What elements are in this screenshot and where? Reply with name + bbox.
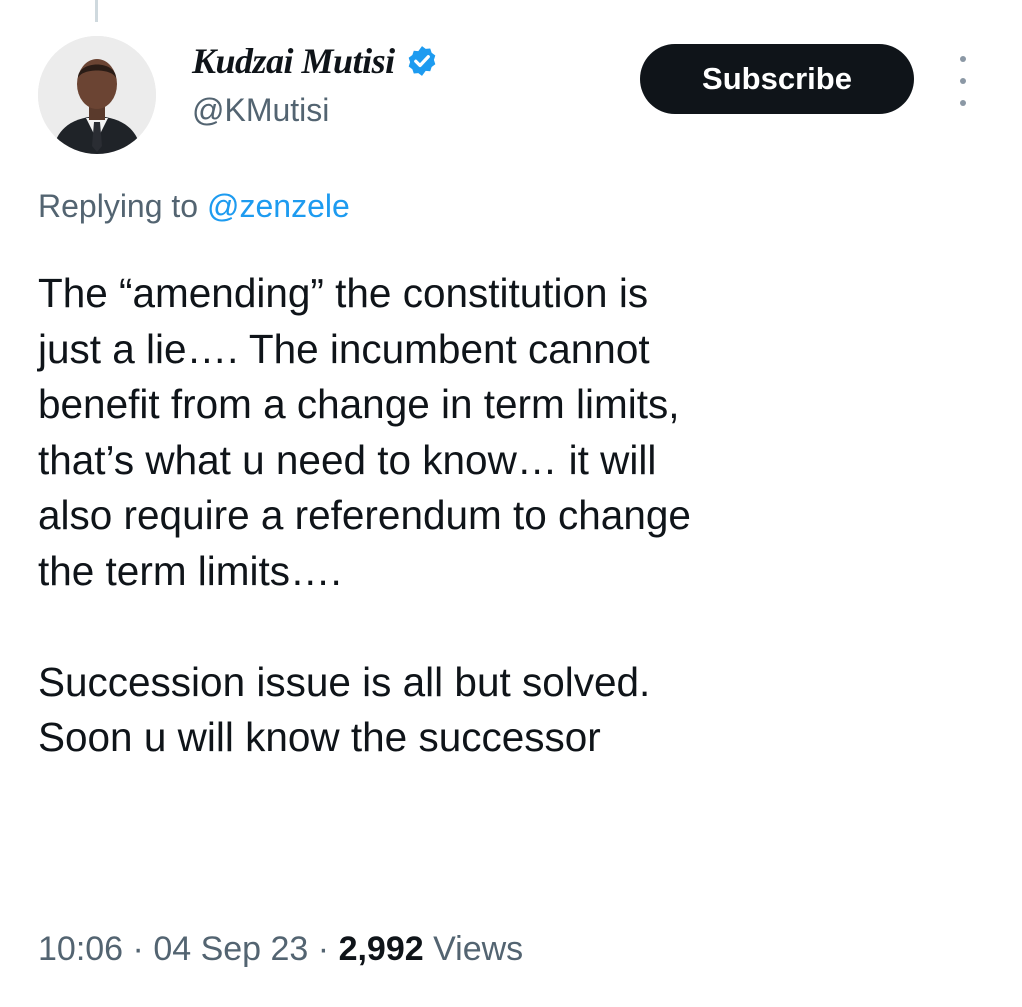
display-name[interactable]: Kudzai Mutisi xyxy=(192,40,395,82)
avatar[interactable] xyxy=(38,36,156,154)
subscribe-button[interactable]: Subscribe xyxy=(640,44,914,114)
views-count[interactable]: 2,992 xyxy=(339,930,424,968)
profile-photo xyxy=(38,36,156,154)
tweet-metadata: 10:06 · 04 Sep 23 · 2,992 Views xyxy=(38,930,523,969)
author-name-row: Kudzai Mutisi xyxy=(192,38,439,84)
more-dot xyxy=(960,100,966,106)
verified-badge-icon[interactable] xyxy=(405,44,439,78)
reply-mention-link[interactable]: @zenzele xyxy=(207,188,350,224)
tweet-paragraph: Succession issue is all but solved. Soon… xyxy=(38,658,651,761)
tweet-paragraph: The “amending” the constitution is just … xyxy=(38,270,691,594)
tweet-time[interactable]: 10:06 xyxy=(38,930,123,968)
more-options-icon[interactable] xyxy=(948,56,978,106)
replying-to-label: Replying to xyxy=(38,188,207,224)
more-dot xyxy=(960,78,966,84)
replying-to-line: Replying to @zenzele xyxy=(38,188,350,225)
more-dot xyxy=(960,56,966,62)
views-label: Views xyxy=(423,930,524,968)
tweet-date[interactable]: 04 Sep 23 xyxy=(153,930,308,968)
tweet-text: The “amending” the constitution is just … xyxy=(38,266,998,766)
author-handle[interactable]: @KMutisi xyxy=(192,92,329,129)
meta-separator: · xyxy=(308,930,339,968)
meta-separator: · xyxy=(123,930,154,968)
thread-connector-line xyxy=(95,0,98,22)
